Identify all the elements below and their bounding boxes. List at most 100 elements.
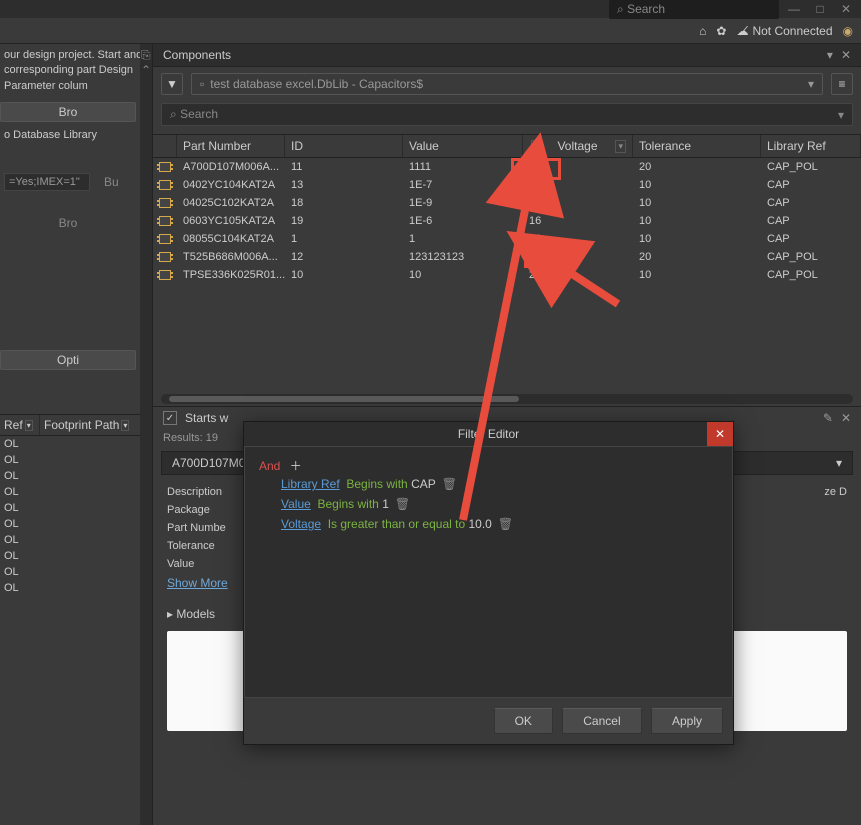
- database-selector[interactable]: ▫test database excel.DbLib - Capacitors$…: [191, 73, 823, 95]
- cell-value: 1E-9: [403, 195, 523, 211]
- gear-icon[interactable]: ✿: [716, 24, 726, 38]
- cond-value[interactable]: 1: [382, 497, 389, 511]
- col-voltage[interactable]: ▾Voltage▾: [523, 135, 633, 157]
- close-button[interactable]: ✕: [835, 1, 857, 17]
- table-row[interactable]: 08055C104KAT2A 1 1 50 10 CAP: [153, 230, 861, 248]
- browse-button-1[interactable]: Bro: [0, 102, 136, 122]
- ok-button[interactable]: OK: [494, 708, 553, 734]
- cell-part-number: 08055C104KAT2A: [177, 231, 285, 247]
- global-search[interactable]: ⌕ Search: [609, 0, 779, 19]
- delete-condition-icon[interactable]: 🗑: [498, 517, 513, 531]
- left-table-row[interactable]: OL: [0, 484, 152, 500]
- delete-condition-icon[interactable]: 🗑: [395, 497, 410, 511]
- cond-field[interactable]: Library Ref: [281, 477, 340, 491]
- cell-library-ref: CAP: [761, 177, 861, 193]
- left-table-row[interactable]: OL: [0, 468, 152, 484]
- dialog-titlebar[interactable]: Filter Editor ✕: [244, 422, 733, 446]
- filter-condition[interactable]: Voltage Is greater than or equal to 10.0…: [259, 514, 718, 534]
- apply-button[interactable]: Apply: [651, 708, 723, 734]
- edit-filter-icon[interactable]: ✎: [823, 411, 833, 425]
- cell-part-number: T525B686M006A...: [177, 249, 285, 265]
- component-icon: [159, 180, 171, 190]
- table-row[interactable]: 04025C102KAT2A 18 1E-9 50 10 CAP: [153, 194, 861, 212]
- filter-toggle[interactable]: ▼: [161, 73, 183, 95]
- left-table-row[interactable]: OL: [0, 436, 152, 452]
- col-library-ref[interactable]: Library Ref: [761, 135, 861, 157]
- table-row[interactable]: TPSE336K025R01... 10 10 25 10 CAP_POL: [153, 266, 861, 284]
- cond-value[interactable]: 10.0: [468, 517, 491, 531]
- col-id[interactable]: ID: [285, 135, 403, 157]
- filter-condition[interactable]: Value Begins with 1 🗑: [259, 494, 718, 514]
- left-table-row[interactable]: OL: [0, 548, 152, 564]
- chevron-down-icon: ▾: [808, 77, 814, 91]
- detail-field-label: Package: [167, 501, 226, 519]
- table-row[interactable]: T525B686M006A... 12 123123123 6.3 20 CAP…: [153, 248, 861, 266]
- cond-operator[interactable]: Begins with: [346, 477, 407, 491]
- cell-tolerance: 20: [633, 249, 761, 265]
- cell-tolerance: 10: [633, 213, 761, 229]
- cond-field[interactable]: Voltage: [281, 517, 321, 531]
- left-table-row[interactable]: OL: [0, 532, 152, 548]
- table-row[interactable]: 0603YC105KAT2A 19 1E-6 16 10 CAP: [153, 212, 861, 230]
- cell-id: 18: [285, 195, 403, 211]
- table-body: A700D107M006A... 11 1111 6.3 20 CAP_POL …: [153, 158, 861, 392]
- build-button[interactable]: Bu: [94, 173, 129, 191]
- cell-voltage: 16: [523, 213, 633, 229]
- table-row[interactable]: 0402YC104KAT2A 13 1E-7 16 10 CAP: [153, 176, 861, 194]
- component-icon: [159, 162, 171, 172]
- left-table-row[interactable]: OL: [0, 452, 152, 468]
- minimize-button[interactable]: —: [783, 1, 805, 17]
- col-icon[interactable]: [153, 135, 177, 157]
- panel-collapse-handle[interactable]: ⎘⌃: [140, 44, 152, 825]
- grid-menu-icon[interactable]: ≡: [831, 73, 853, 95]
- col-value[interactable]: Value: [403, 135, 523, 157]
- filter-editor-dialog: Filter Editor ✕ And ＋ Library Ref Begins…: [243, 421, 734, 745]
- add-condition-icon[interactable]: ＋: [290, 459, 302, 473]
- panel-menu-icon[interactable]: ▾: [827, 48, 833, 62]
- connection-status[interactable]: ☁̸ Not Connected: [736, 24, 832, 38]
- panel-close-icon[interactable]: ✕: [841, 48, 851, 62]
- db-path: test database excel.DbLib - Capacitors$: [210, 77, 423, 91]
- table-header: Part Number ID Value ▾Voltage▾ Tolerance…: [153, 134, 861, 158]
- clear-filter-icon[interactable]: ✕: [841, 411, 851, 425]
- maximize-button[interactable]: □: [809, 1, 831, 17]
- search-placeholder: Search: [627, 2, 665, 16]
- detail-tab-label: A700D107M0: [172, 456, 245, 470]
- left-table-row[interactable]: OL: [0, 500, 152, 516]
- browse-button-2[interactable]: Bro: [0, 214, 136, 232]
- filter-condition[interactable]: Library Ref Begins with CAP 🗑: [259, 474, 718, 494]
- col-footprint-path[interactable]: Footprint Path▾: [40, 415, 152, 435]
- left-table-row[interactable]: OL: [0, 580, 152, 596]
- col-tolerance[interactable]: Tolerance: [633, 135, 761, 157]
- cond-operator[interactable]: Is greater than or equal to: [328, 517, 465, 531]
- horizontal-scrollbar[interactable]: [161, 394, 853, 404]
- left-table-row[interactable]: OL: [0, 516, 152, 532]
- col-ref[interactable]: Ref▾: [0, 415, 40, 435]
- table-row[interactable]: A700D107M006A... 11 1111 6.3 20 CAP_POL: [153, 158, 861, 176]
- cell-id: 10: [285, 267, 403, 283]
- search-icon: ⌕: [617, 2, 624, 16]
- component-search[interactable]: ⌕ Search ▾: [161, 103, 853, 126]
- dialog-close-button[interactable]: ✕: [707, 422, 733, 446]
- filter-root-op[interactable]: And: [259, 459, 280, 473]
- cell-id: 11: [285, 159, 403, 175]
- cell-voltage: 6.3: [523, 249, 633, 265]
- left-table-row[interactable]: OL: [0, 564, 152, 580]
- panel-title: Components: [163, 48, 231, 62]
- cell-value: 1111: [403, 159, 523, 175]
- cond-field[interactable]: Value: [281, 497, 311, 511]
- connection-string-input[interactable]: [4, 173, 90, 191]
- cond-value[interactable]: CAP: [411, 477, 436, 491]
- home-icon[interactable]: ⌂: [699, 24, 706, 38]
- delete-condition-icon[interactable]: 🗑: [442, 477, 457, 491]
- aux-icon[interactable]: ◉: [843, 24, 853, 38]
- cond-operator[interactable]: Begins with: [317, 497, 378, 511]
- cell-value: 123123123: [403, 249, 523, 265]
- col-part-number[interactable]: Part Number: [177, 135, 285, 157]
- show-more-link[interactable]: Show More: [167, 576, 228, 590]
- filter-checkbox[interactable]: ✓: [163, 411, 177, 425]
- detail-value-suffix: ze D: [824, 483, 847, 573]
- cancel-button[interactable]: Cancel: [562, 708, 641, 734]
- options-button[interactable]: Opti: [0, 350, 136, 370]
- cell-part-number: 0402YC104KAT2A: [177, 177, 285, 193]
